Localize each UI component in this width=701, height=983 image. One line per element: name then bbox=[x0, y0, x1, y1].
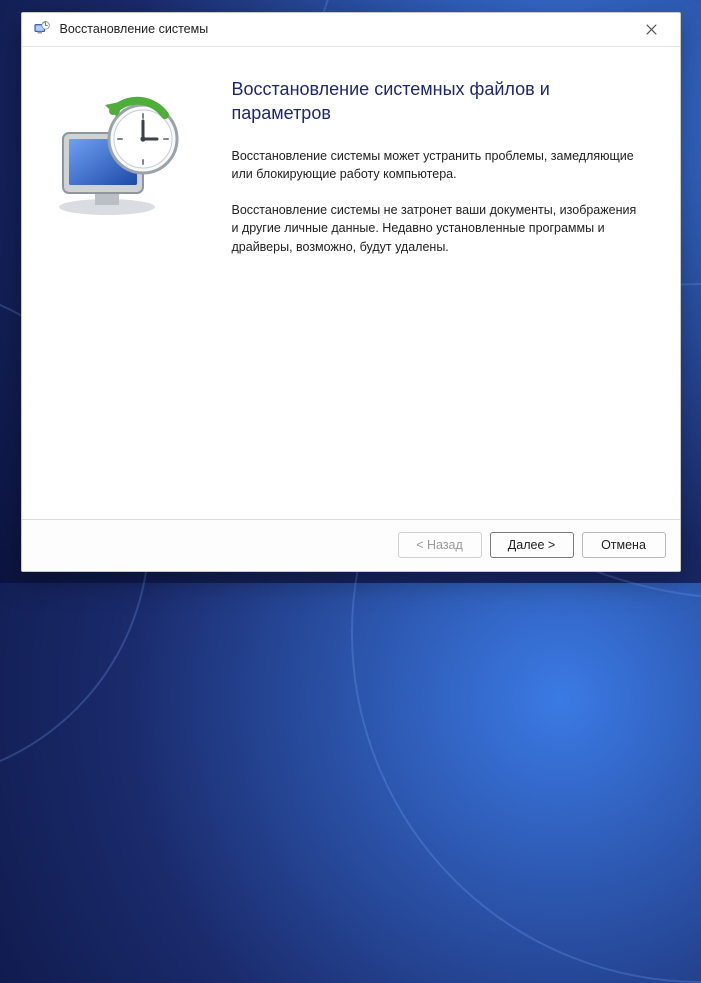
back-button[interactable]: < Назад bbox=[398, 532, 482, 558]
intro-paragraph-1: Восстановление системы может устранить п… bbox=[232, 147, 642, 183]
monitor-clock-restore-icon bbox=[47, 87, 187, 227]
content-pane: Восстановление системных файлов и параме… bbox=[212, 47, 680, 519]
close-icon bbox=[646, 24, 657, 35]
system-restore-icon bbox=[32, 19, 52, 39]
next-button[interactable]: Далее > bbox=[490, 532, 574, 558]
dialog-footer: < Назад Далее > Отмена bbox=[22, 519, 680, 571]
sidebar-graphic-pane bbox=[22, 47, 212, 519]
page-heading: Восстановление системных файлов и параме… bbox=[232, 77, 650, 126]
cancel-button[interactable]: Отмена bbox=[582, 532, 666, 558]
system-restore-dialog: Восстановление системы bbox=[21, 12, 681, 572]
intro-paragraph-2: Восстановление системы не затронет ваши … bbox=[232, 201, 642, 255]
close-button[interactable] bbox=[632, 15, 672, 43]
window-title: Восстановление системы bbox=[60, 22, 632, 36]
dialog-body: Восстановление системных файлов и параме… bbox=[22, 47, 680, 519]
titlebar: Восстановление системы bbox=[22, 13, 680, 47]
